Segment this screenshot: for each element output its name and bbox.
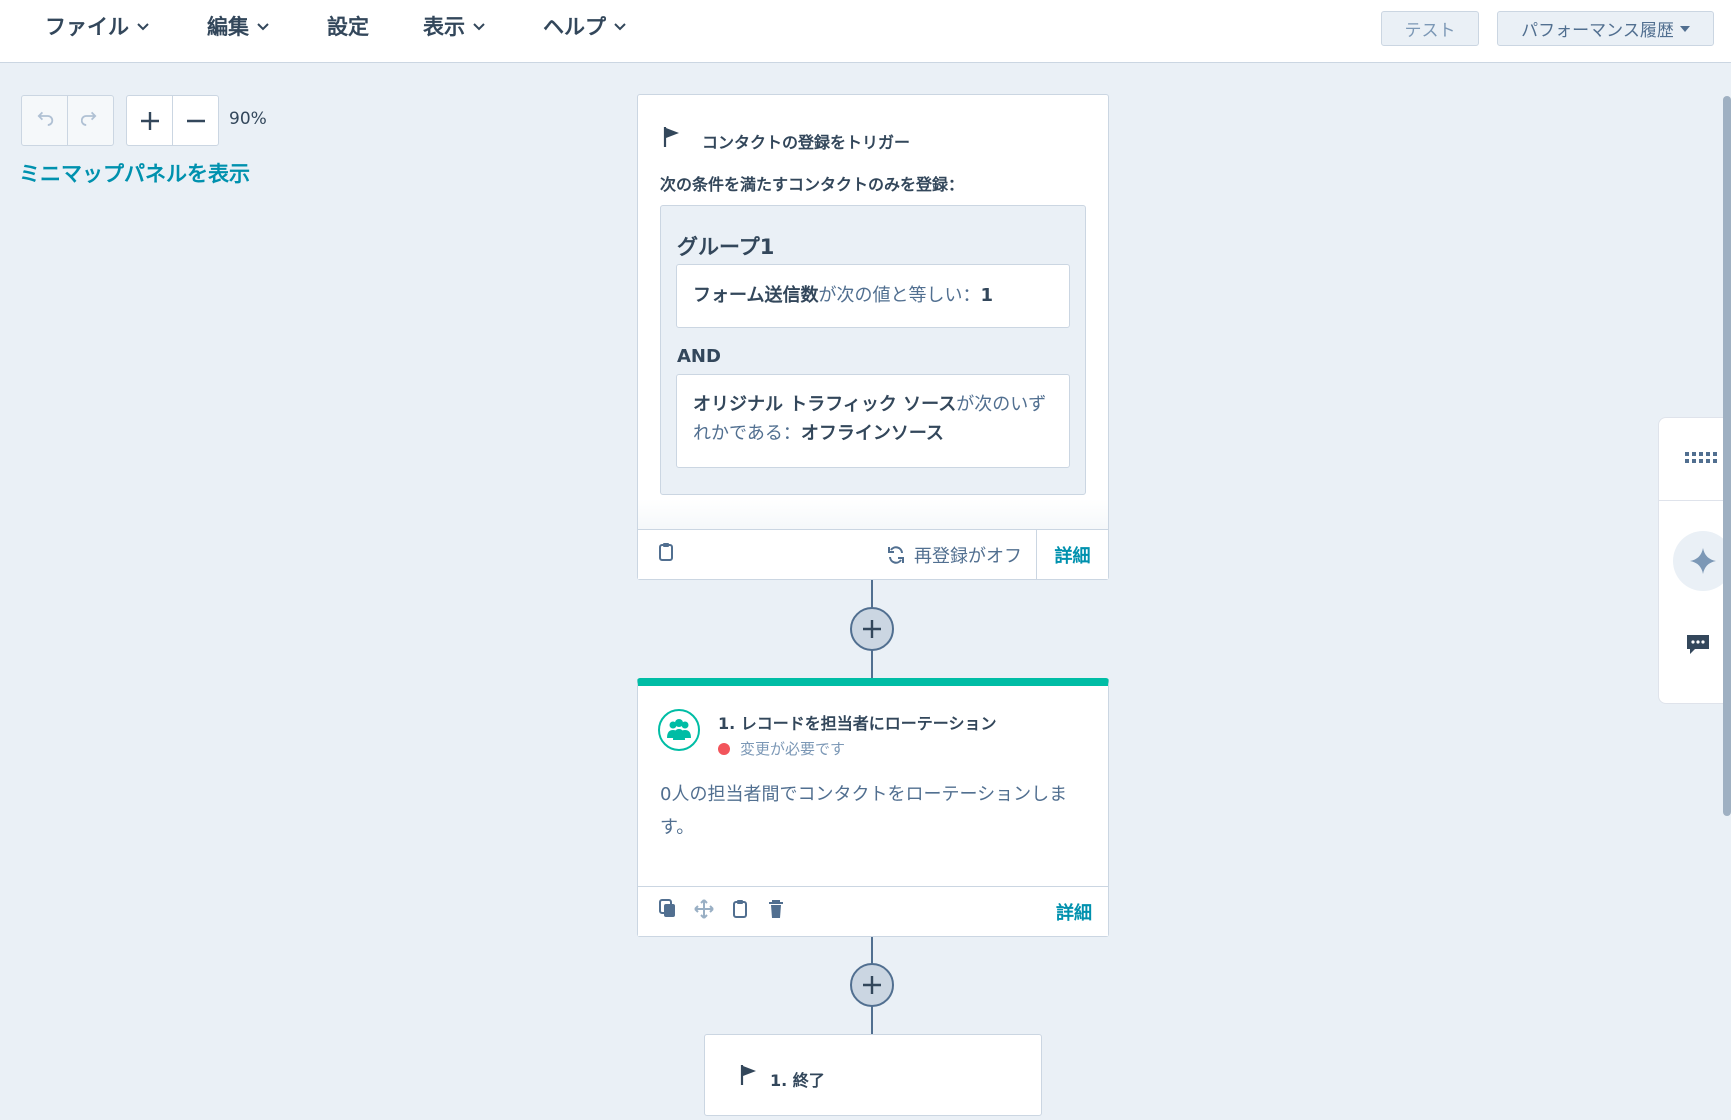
rotate-owner-icon (658, 709, 700, 751)
plus-icon (140, 111, 159, 130)
minus-icon (186, 119, 205, 122)
clipboard-icon[interactable] (658, 542, 674, 566)
trigger-card[interactable]: コンタクトの登録をトリガー 次の条件を満たすコンタクトのみを登録： グループ1 … (637, 94, 1109, 580)
apps-grid-icon[interactable] (1685, 451, 1719, 470)
flag-icon (663, 127, 679, 147)
undo-button[interactable] (22, 96, 67, 145)
undo-icon (37, 111, 53, 126)
reenrollment-status: 再登録がオフ (886, 542, 1022, 568)
undo-redo-group (21, 95, 114, 146)
action-card[interactable]: 1. レコードを担当者にローテーション 変更が必要です 0人の担当者間でコンタク… (637, 678, 1109, 937)
move-icon[interactable] (692, 897, 716, 921)
action-description: 0人の担当者間でコンタクトをローテーションします。 (660, 784, 1068, 838)
chevron-down-icon (473, 23, 485, 31)
trigger-details-button[interactable]: 詳細 (1036, 530, 1108, 579)
menu-file[interactable]: ファイル (45, 12, 151, 42)
zoom-in-button[interactable] (127, 96, 172, 145)
error-dot-icon (718, 742, 730, 755)
condition-2-value: オフラインソース (800, 423, 944, 444)
redo-icon (80, 111, 96, 126)
reenroll-label: 再登録がオフ (914, 546, 1022, 567)
menu-view-label: 表示 (423, 15, 465, 39)
condition-1[interactable]: フォーム送信数が次の値と等しい：1 (676, 264, 1070, 328)
add-action-button[interactable] (850, 963, 894, 1007)
condition-2[interactable]: オリジナル トラフィック ソースが次のいずれかである：オフラインソース (676, 374, 1070, 468)
condition-1-operator: が次の値と等しい： (818, 285, 981, 306)
menu-edit-label: 編集 (207, 15, 249, 39)
performance-history-label: パフォーマンス履歴 (1521, 21, 1674, 41)
card-fade (638, 499, 1108, 529)
refresh-icon (888, 546, 904, 564)
test-button-label: テスト (1404, 21, 1456, 41)
copy-icon[interactable] (656, 897, 680, 921)
chevron-down-icon (614, 23, 626, 31)
end-title: 1. 終了 (770, 1071, 825, 1090)
action-title: 1. レコードを担当者にローテーション (718, 714, 997, 733)
redo-button[interactable] (67, 96, 113, 145)
action-toolbar (656, 897, 788, 921)
top-menu-bar: ファイル 編集 設定 表示 ヘルプ テスト パフォーマンス履歴 (0, 0, 1731, 63)
menu-view[interactable]: 表示 (423, 12, 487, 42)
group-title: グループ1 (677, 235, 775, 259)
action-status-label: 変更が必要です (740, 740, 846, 758)
plus-icon (863, 620, 881, 638)
menu-help-label: ヘルプ (543, 15, 606, 39)
test-button[interactable]: テスト (1381, 11, 1479, 46)
menu-help[interactable]: ヘルプ (543, 12, 628, 42)
clipboard-icon[interactable] (728, 897, 752, 921)
zoom-level: 90% (229, 109, 267, 129)
zoom-group (126, 95, 219, 146)
performance-history-dropdown[interactable]: パフォーマンス履歴 (1497, 11, 1714, 46)
condition-group: グループ1 フォーム送信数が次の値と等しい：1 AND オリジナル トラフィック… (660, 205, 1086, 495)
action-status: 変更が必要です (718, 738, 845, 759)
caret-down-icon (1679, 25, 1690, 32)
trigger-subtitle: 次の条件を満たすコンタクトのみを登録： (660, 175, 965, 194)
and-label: AND (677, 346, 721, 367)
action-card-footer: 詳細 (638, 886, 1108, 936)
plus-icon (863, 976, 881, 994)
action-details-button[interactable]: 詳細 (1056, 899, 1092, 925)
divider (1659, 500, 1731, 501)
menu-edit[interactable]: 編集 (207, 12, 271, 42)
show-minimap-link[interactable]: ミニマップパネルを表示 (19, 158, 250, 188)
trigger-title: コンタクトの登録をトリガー (702, 133, 911, 152)
right-side-panel (1658, 417, 1731, 704)
menu-settings-label: 設定 (327, 15, 369, 39)
end-card[interactable]: 1. 終了 (704, 1034, 1042, 1116)
trash-icon[interactable] (764, 897, 788, 921)
add-action-button[interactable] (850, 607, 894, 651)
chat-icon[interactable] (1685, 633, 1711, 661)
menu-file-label: ファイル (45, 15, 129, 39)
vertical-scrollbar[interactable] (1723, 96, 1731, 816)
sparkle-icon (1690, 548, 1716, 574)
trigger-card-footer: 再登録がオフ 詳細 (638, 529, 1108, 579)
zoom-out-button[interactable] (172, 96, 218, 145)
flag-icon (740, 1065, 756, 1085)
condition-1-value: 1 (980, 285, 993, 306)
menu-settings[interactable]: 設定 (327, 12, 369, 42)
chevron-down-icon (257, 23, 269, 31)
condition-1-property: フォーム送信数 (693, 285, 819, 306)
condition-2-property: オリジナル トラフィック ソース (693, 394, 957, 415)
chevron-down-icon (137, 23, 149, 31)
